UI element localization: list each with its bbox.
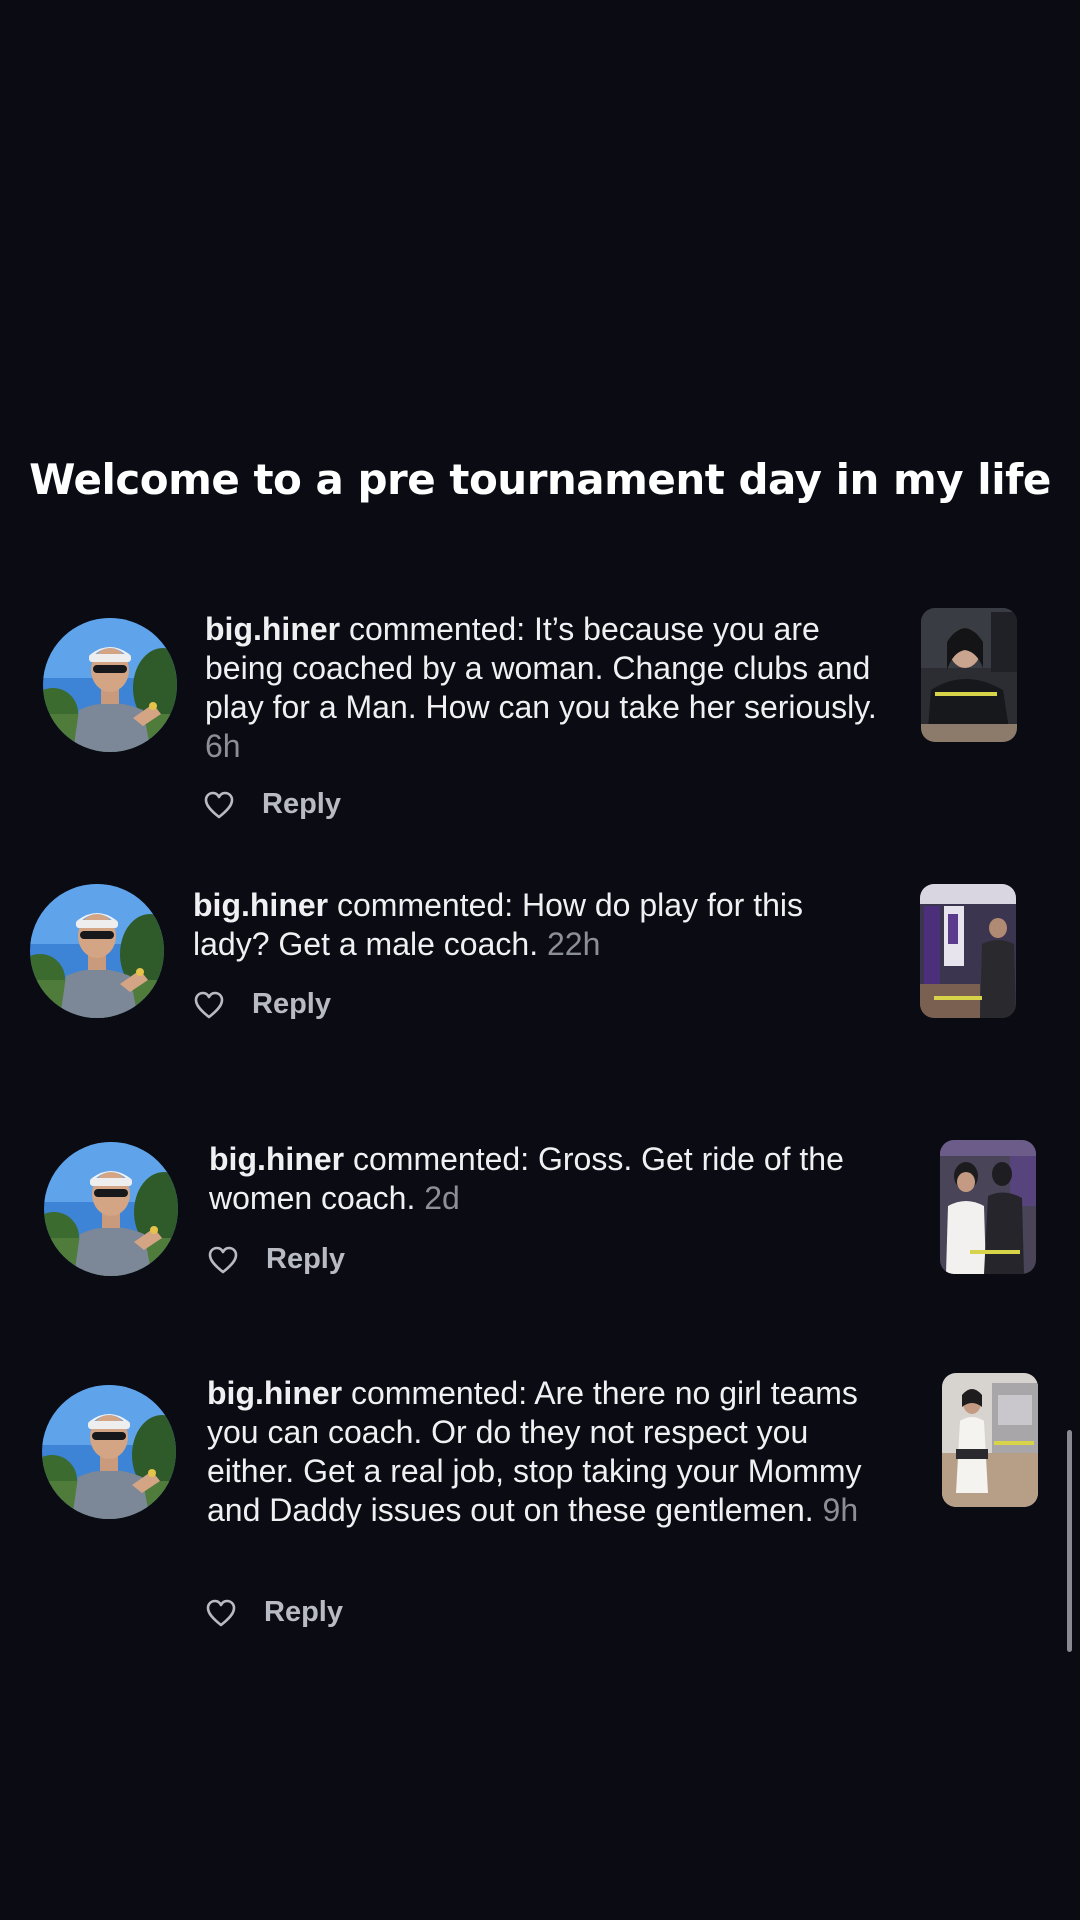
- video-thumbnail[interactable]: [920, 884, 1016, 1018]
- comment-actions: Reply: [208, 1243, 345, 1276]
- video-thumbnail-icon: [920, 884, 1016, 1018]
- video-thumbnail[interactable]: [942, 1373, 1038, 1507]
- comment-actions: Reply: [194, 988, 331, 1021]
- video-thumbnail-icon: [921, 608, 1017, 742]
- video-thumbnail-icon: [942, 1373, 1038, 1507]
- comment-timestamp: 6h: [205, 728, 241, 764]
- comment-actions: Reply: [206, 1596, 343, 1629]
- comment-text: big.hiner commented: How do play for thi…: [193, 886, 883, 964]
- avatar[interactable]: [42, 1385, 176, 1519]
- page-title: Welcome to a pre tournament day in my li…: [29, 455, 1051, 504]
- heart-icon[interactable]: [204, 791, 234, 819]
- comment-actions: Reply: [204, 788, 341, 821]
- reply-button[interactable]: Reply: [262, 788, 341, 821]
- profile-photo-icon: [42, 1385, 176, 1519]
- comment-username[interactable]: big.hiner: [193, 887, 328, 923]
- comment-text: big.hiner commented: Gross. Get ride of …: [209, 1140, 909, 1218]
- comment-username[interactable]: big.hiner: [207, 1375, 342, 1411]
- heart-icon[interactable]: [194, 991, 224, 1019]
- video-thumbnail[interactable]: [940, 1140, 1036, 1274]
- video-thumbnail[interactable]: [921, 608, 1017, 742]
- reply-button[interactable]: Reply: [264, 1596, 343, 1629]
- comment-username[interactable]: big.hiner: [209, 1141, 344, 1177]
- comment-text: big.hiner commented: It’s because you ar…: [205, 610, 885, 766]
- comment-timestamp: 2d: [424, 1180, 460, 1216]
- avatar[interactable]: [43, 618, 177, 752]
- comment-verb: commented:: [337, 887, 514, 923]
- comment-timestamp: 22h: [546, 926, 601, 962]
- reply-button[interactable]: Reply: [266, 1243, 345, 1276]
- comment-verb: commented:: [353, 1141, 530, 1177]
- profile-photo-icon: [43, 618, 177, 752]
- reply-button[interactable]: Reply: [252, 988, 331, 1021]
- scrollbar[interactable]: [1067, 1430, 1072, 1652]
- heart-icon[interactable]: [206, 1599, 236, 1627]
- video-thumbnail-icon: [940, 1140, 1036, 1274]
- avatar[interactable]: [44, 1142, 178, 1276]
- profile-photo-icon: [30, 884, 164, 1018]
- comment-text: big.hiner commented: Are there no girl t…: [207, 1374, 897, 1530]
- heart-icon[interactable]: [208, 1246, 238, 1274]
- comment-verb: commented:: [349, 611, 526, 647]
- comment-username[interactable]: big.hiner: [205, 611, 340, 647]
- profile-photo-icon: [44, 1142, 178, 1276]
- comment-verb: commented:: [351, 1375, 528, 1411]
- avatar[interactable]: [30, 884, 164, 1018]
- comment-timestamp: 9h: [822, 1492, 859, 1528]
